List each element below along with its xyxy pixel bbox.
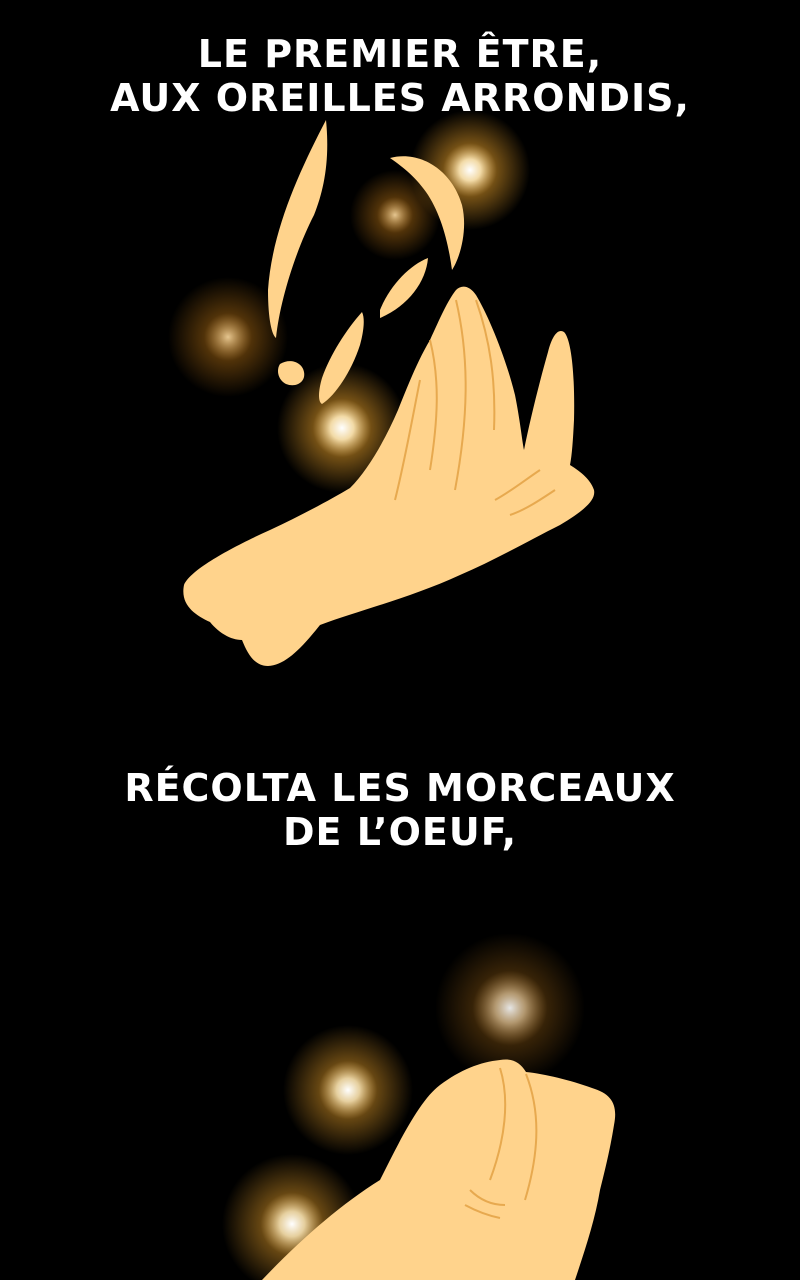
egg-shell-fragment	[268, 120, 328, 338]
comic-panel-2: RÉCOLTA LES MORCEAUX DE L’OEUF,	[0, 700, 800, 1280]
panel-2-illustration	[222, 933, 616, 1280]
glow-orb	[283, 1025, 413, 1155]
egg-shell-fragment	[278, 361, 305, 386]
panel-1-illustration	[168, 110, 595, 666]
egg-shell-fragment	[380, 258, 428, 318]
comic-panel-1: LE PREMIER ÊTRE, AUX OREILLES ARRONDIS,	[0, 0, 800, 700]
